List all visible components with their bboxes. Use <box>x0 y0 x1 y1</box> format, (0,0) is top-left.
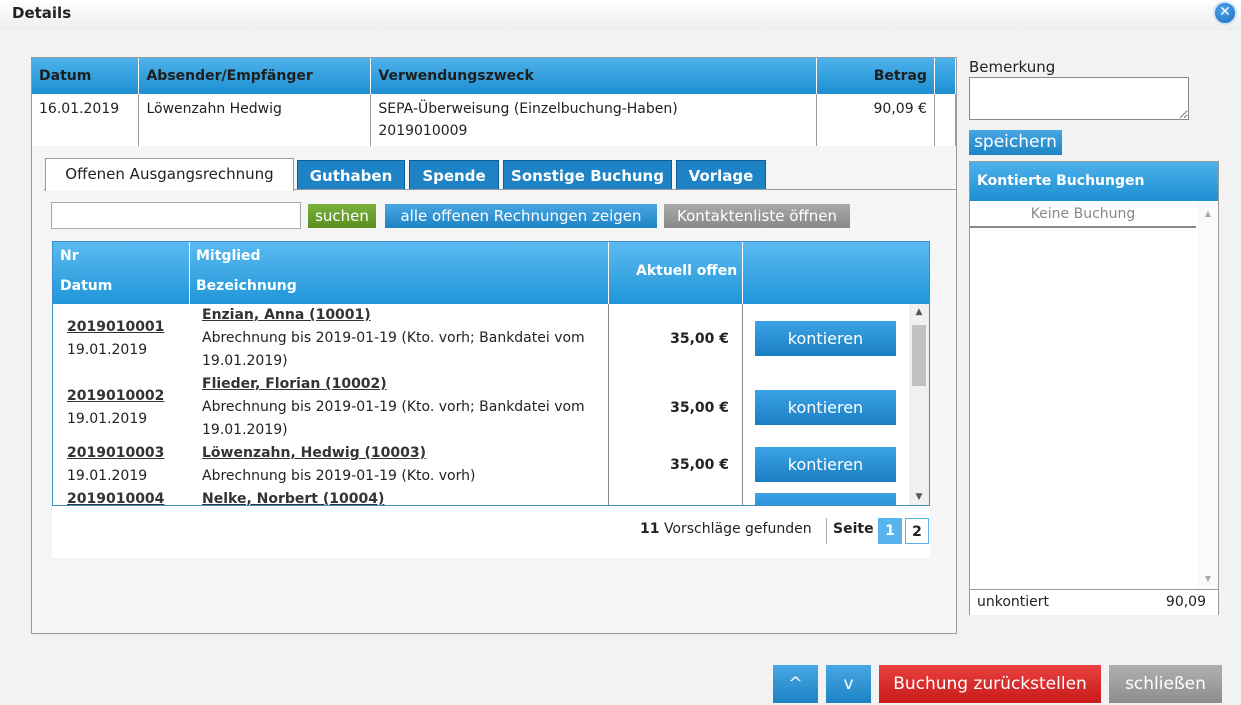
scroll-down-icon[interactable]: ▼ <box>909 492 929 502</box>
invoice-member-link[interactable]: Enzian, Anna (10001) <box>202 307 371 323</box>
dialog-titlebar: Details ✕ <box>0 0 1241 30</box>
invoice-table: Nr Datum Mitglied Bezeichnung Aktuell of… <box>52 241 930 506</box>
invoice-nr-link[interactable]: 2019010001 <box>67 319 164 335</box>
main-panel: Datum Absender/Empfänger Verwendungszwec… <box>31 57 957 634</box>
header-aktuell-offen: Aktuell offen <box>636 263 738 279</box>
invoice-description: Abrechnung bis 2019-01-19 (Kto. vorh; Ba… <box>202 396 602 442</box>
header-nr: Nr <box>60 248 79 264</box>
booking-zweck: SEPA-Überweisung (Einzelbuchung-Haben) 2… <box>370 94 818 146</box>
invoice-member-link[interactable]: Nelke, Norbert (10004) <box>202 491 384 505</box>
invoice-open-amount: 35,00 € <box>670 457 729 473</box>
invoice-description: Abrechnung bis 2019-01-19 (Kto. vorh) <box>202 465 602 488</box>
previous-button[interactable]: ^ <box>773 665 818 703</box>
invoice-open-amount: 35,00 € <box>670 400 729 416</box>
tab-offene-ausgangsrechnung[interactable]: Offenen Ausgangsrechnung <box>45 158 294 191</box>
col-spacer <box>934 58 957 94</box>
scroll-up-icon[interactable]: ▲ <box>909 307 929 317</box>
kontierte-scrollbar[interactable]: ▲ ▼ <box>1198 203 1218 589</box>
invoice-open-amount: 35,00 € <box>670 331 729 347</box>
no-booking-text: Keine Buchung <box>970 203 1196 228</box>
unkontiert-value: 90,09 <box>1165 594 1206 610</box>
remark-textarea[interactable] <box>969 77 1189 120</box>
page-2-button[interactable]: 2 <box>905 518 929 544</box>
remark-label: Bemerkung <box>969 58 1056 76</box>
header-bezeichnung: Bezeichnung <box>196 278 297 294</box>
save-button[interactable]: speichern <box>969 130 1062 155</box>
booking-datum: 16.01.2019 <box>32 94 140 146</box>
col-betrag: Betrag <box>816 58 935 94</box>
kontierte-buchungen-panel: Kontierte Buchungen Keine Buchung ▲ ▼ un… <box>969 161 1219 615</box>
invoice-table-header: Nr Datum Mitglied Bezeichnung Aktuell of… <box>53 242 929 304</box>
scroll-thumb[interactable] <box>912 325 926 386</box>
booking-table: Datum Absender/Empfänger Verwendungszwec… <box>32 58 957 146</box>
invoice-nr-link[interactable]: 2019010002 <box>67 388 164 404</box>
invoice-date: 19.01.2019 <box>67 342 148 358</box>
header-mitglied: Mitglied <box>196 248 261 264</box>
show-all-invoices-button[interactable]: alle offenen Rechnungen zeigen <box>385 204 657 228</box>
invoice-scrollbar[interactable]: ▲ ▼ <box>909 304 929 505</box>
close-icon[interactable]: ✕ <box>1213 1 1237 25</box>
booking-betrag: 90,09 € <box>816 94 935 146</box>
invoice-description-line2: 19.01.2019) <box>202 353 288 369</box>
scroll-down-icon[interactable]: ▼ <box>1198 574 1218 583</box>
kontieren-button[interactable]: kontieren <box>755 390 896 425</box>
reset-booking-button[interactable]: Buchung zurückstellen <box>879 665 1101 703</box>
kontieren-button[interactable]: kontieren <box>755 447 896 482</box>
kontierte-footer: unkontiert 90,09 <box>970 589 1218 615</box>
booking-absender: Löwenzahn Hedwig <box>138 94 372 146</box>
page-1-button[interactable]: 1 <box>878 518 902 544</box>
invoice-nr-link[interactable]: 2019010004 <box>67 491 164 505</box>
dialog-title: Details <box>12 4 72 22</box>
scroll-up-icon[interactable]: ▲ <box>1198 209 1218 218</box>
invoice-date: 19.01.2019 <box>67 411 148 427</box>
kontieren-button[interactable] <box>755 493 896 505</box>
invoice-description-line1: Abrechnung bis 2019-01-19 (Kto. vorh; Ba… <box>202 330 585 346</box>
invoice-member-link[interactable]: Löwenzahn, Hedwig (10003) <box>202 445 426 461</box>
col-verwendungszweck: Verwendungszweck <box>370 58 818 94</box>
kontierte-buchungen-title: Kontierte Buchungen <box>970 162 1218 201</box>
result-count: 11 Vorschläge gefunden <box>640 521 812 537</box>
col-datum: Datum <box>32 58 140 94</box>
search-button[interactable]: suchen <box>308 204 376 228</box>
search-input[interactable] <box>51 202 301 229</box>
open-contacts-button[interactable]: Kontaktenliste öffnen <box>664 204 850 228</box>
booking-row: 16.01.2019 Löwenzahn Hedwig SEPA-Überwei… <box>32 94 957 146</box>
next-button[interactable]: v <box>826 665 871 703</box>
invoice-description-line1: Abrechnung bis 2019-01-19 (Kto. vorh; Ba… <box>202 399 585 415</box>
invoice-description: Abrechnung bis 2019-01-19 (Kto. vorh; Ba… <box>202 327 602 373</box>
tab-sonstige-buchung[interactable]: Sonstige Buchung <box>503 160 672 190</box>
invoice-description-line2: 19.01.2019) <box>202 422 288 438</box>
col-absender: Absender/Empfänger <box>138 58 372 94</box>
kontieren-button[interactable]: kontieren <box>755 321 896 356</box>
header-datum: Datum <box>60 278 113 294</box>
invoice-table-body: 2019010001 19.01.2019 Enzian, Anna (1000… <box>53 304 929 505</box>
page-label: Seite <box>833 521 874 537</box>
unkontiert-label: unkontiert <box>977 594 1050 610</box>
booking-spacer <box>934 94 957 146</box>
invoice-member-link[interactable]: Flieder, Florian (10002) <box>202 376 387 392</box>
tab-spende[interactable]: Spende <box>409 160 499 190</box>
close-button[interactable]: schließen <box>1109 665 1222 703</box>
booking-zweck-line1: SEPA-Überweisung (Einzelbuchung-Haben) <box>378 101 678 117</box>
pager: 11 Vorschläge gefunden Seite 1 2 <box>52 506 930 558</box>
invoice-description-line1: Abrechnung bis 2019-01-19 (Kto. vorh) <box>202 468 476 484</box>
tab-guthaben[interactable]: Guthaben <box>297 160 405 190</box>
invoice-date: 19.01.2019 <box>67 468 148 484</box>
invoice-nr-link[interactable]: 2019010003 <box>67 445 164 461</box>
tab-vorlage[interactable]: Vorlage <box>676 160 766 190</box>
booking-zweck-line2: 2019010009 <box>378 123 468 139</box>
